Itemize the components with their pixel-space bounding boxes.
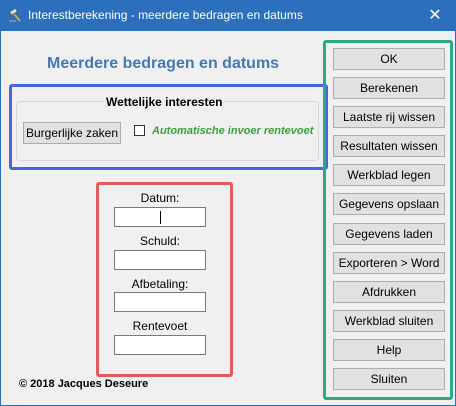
page-title: Meerdere bedragen en datums (47, 55, 280, 72)
highlight-legal-interest-box (9, 84, 328, 170)
highlight-input-fields-box (96, 182, 233, 377)
app-window: Interestberekening - meerdere bedragen e… (0, 0, 456, 406)
copyright-text: © 2018 Jacques Deseure (19, 378, 149, 390)
title-bar: Interestberekening - meerdere bedragen e… (1, 1, 455, 31)
gavel-icon (8, 9, 21, 22)
highlight-action-buttons-box (323, 40, 453, 400)
close-button[interactable]: ✕ (415, 1, 455, 31)
close-icon: ✕ (428, 7, 442, 24)
window-title: Interestberekening - meerdere bedragen e… (28, 8, 303, 22)
